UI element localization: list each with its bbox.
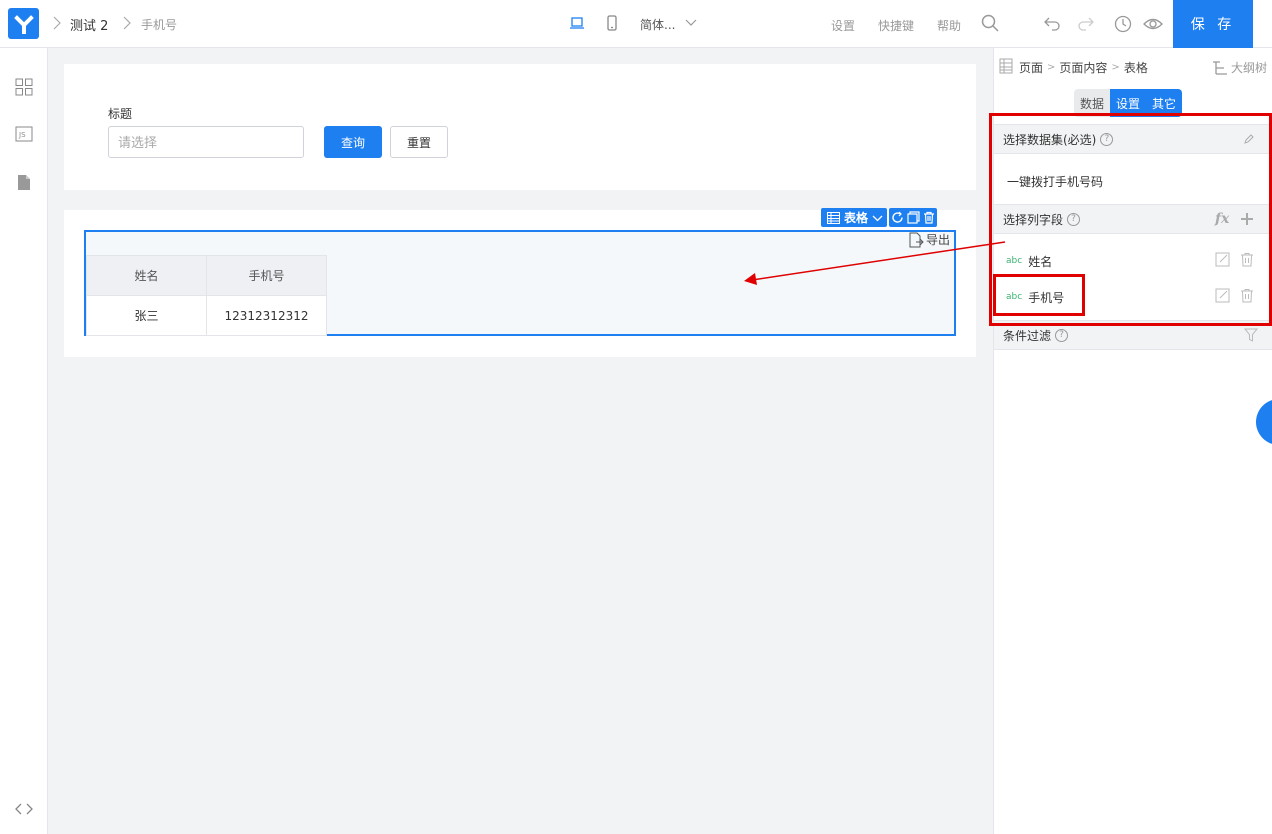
title-select-input[interactable] [108, 126, 304, 158]
js-code-icon[interactable]: JS [15, 126, 33, 142]
code-toggle-icon[interactable] [14, 802, 34, 816]
shortcuts-link[interactable]: 快捷键 [878, 17, 914, 34]
canvas-empty-area [64, 357, 976, 818]
annotation-arrow [740, 236, 1006, 288]
crumb-separator: > [1111, 62, 1120, 73]
settings-link[interactable]: 设置 [831, 17, 855, 34]
column-header-phone[interactable]: 手机号 [206, 255, 327, 296]
refresh-icon[interactable] [891, 211, 904, 224]
component-tree-icon [999, 58, 1013, 74]
column-header-name[interactable]: 姓名 [86, 255, 207, 296]
components-grid-icon[interactable] [15, 78, 33, 96]
outline-tree-button[interactable]: 大纲树 [1212, 59, 1267, 76]
left-sidebar [0, 48, 48, 834]
page-file-icon[interactable] [17, 174, 31, 191]
table-cell: 张三 [86, 295, 207, 336]
table-header-row: 姓名 手机号 [86, 255, 327, 296]
desktop-view-icon[interactable] [569, 16, 585, 30]
redo-icon[interactable] [1077, 15, 1095, 31]
filter-funnel-icon[interactable] [1244, 328, 1258, 342]
filter-section-label: 条件过滤 [1003, 328, 1052, 343]
table-cell: 12312312312 [206, 295, 327, 336]
title-field-label: 标题 [108, 107, 133, 121]
breadcrumb-page[interactable]: 手机号 [141, 16, 177, 33]
help-link[interactable]: 帮助 [937, 17, 961, 34]
component-type-selector[interactable]: 表格 [821, 208, 888, 227]
copy-icon[interactable] [907, 211, 920, 224]
panel-crumb-table[interactable]: 表格 [1124, 59, 1148, 76]
outline-icon [1212, 60, 1228, 76]
annotation-highlight-box [993, 274, 1085, 316]
panel-crumb-page[interactable]: 页面 [1019, 59, 1043, 76]
component-toolbar: 表格 [821, 208, 938, 227]
undo-icon[interactable] [1043, 15, 1061, 31]
outline-label: 大纲树 [1231, 61, 1268, 75]
language-select[interactable]: 简体... [640, 16, 675, 33]
save-button[interactable]: 保 存 [1173, 0, 1253, 48]
preview-eye-icon[interactable] [1143, 16, 1163, 32]
breadcrumb-app[interactable]: 测试 2 [70, 15, 108, 34]
chevron-down-icon[interactable] [685, 17, 697, 27]
crumb-separator: > [1047, 62, 1056, 73]
history-icon[interactable] [1114, 15, 1132, 33]
search-icon[interactable] [981, 14, 999, 32]
app-logo[interactable] [8, 8, 39, 39]
help-circle-icon[interactable]: ? [1055, 328, 1069, 342]
table-icon [827, 211, 840, 224]
query-button[interactable]: 查询 [324, 126, 382, 158]
panel-breadcrumb: 页面 > 页面内容 > 表格 [1019, 59, 1148, 76]
component-actions [889, 208, 938, 227]
chevron-right-icon [52, 13, 62, 33]
svg-text:JS: JS [18, 131, 26, 139]
panel-crumb-content[interactable]: 页面内容 [1059, 59, 1107, 76]
component-type-label: 表格 [844, 211, 869, 225]
chevron-right-icon [122, 13, 132, 33]
table-row: 张三 12312312312 [86, 295, 327, 336]
reset-button[interactable]: 重置 [390, 126, 448, 158]
mobile-view-icon[interactable] [606, 15, 618, 31]
delete-icon[interactable] [923, 211, 935, 224]
data-table: 姓名 手机号 张三 12312312312 [86, 255, 327, 336]
chevron-down-icon [872, 214, 883, 222]
